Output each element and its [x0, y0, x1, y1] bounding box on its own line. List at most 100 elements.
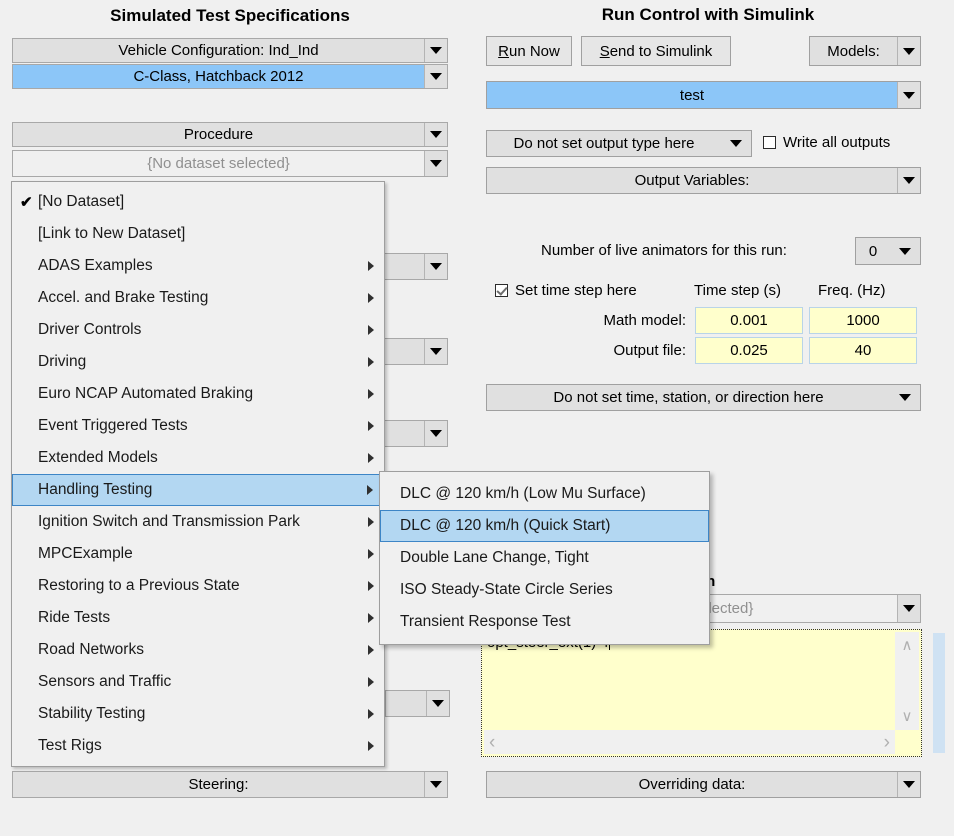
- procedure-menu-item-label: Test Rigs: [38, 737, 102, 754]
- procedure-menu-item[interactable]: ✔ [No Dataset]: [12, 186, 384, 218]
- time-station-direction-combo[interactable]: Do not set time, station, or direction h…: [486, 384, 921, 411]
- handling-submenu-item[interactable]: DLC @ 120 km/h (Quick Start): [380, 510, 709, 542]
- handling-submenu-item-label: Transient Response Test: [400, 613, 571, 630]
- procedure-menu-item[interactable]: ADAS Examples: [12, 250, 384, 282]
- command-textarea[interactable]: opt_steer_ext(1) 4: [481, 629, 922, 757]
- vehicle-selection-combo[interactable]: C-Class, Hatchback 2012: [12, 64, 448, 89]
- submenu-arrow-icon: [368, 709, 374, 719]
- overriding-data-combo[interactable]: Overriding data:: [486, 771, 921, 798]
- procedure-menu-item[interactable]: Stability Testing: [12, 698, 384, 730]
- occluded-combo-2[interactable]: [378, 338, 448, 365]
- run-now-accel: R: [498, 42, 509, 60]
- procedure-menu-item[interactable]: Accel. and Brake Testing: [12, 282, 384, 314]
- output-type-combo[interactable]: Do not set output type here: [486, 130, 752, 157]
- run-now-button[interactable]: Run Now: [486, 36, 572, 66]
- math-model-time-step-field[interactable]: 0.001: [695, 307, 803, 334]
- procedure-menu-item-label: Stability Testing: [38, 705, 146, 722]
- procedure-menu-item[interactable]: Ignition Switch and Transmission Park: [12, 506, 384, 538]
- output-variables-combo[interactable]: Output Variables:: [486, 167, 921, 194]
- procedure-menu-item[interactable]: Handling Testing: [12, 474, 384, 506]
- chevron-down-icon: [425, 65, 447, 88]
- output-file-time-step-field[interactable]: 0.025: [695, 337, 803, 364]
- procedure-menu-item[interactable]: Road Networks: [12, 634, 384, 666]
- handling-submenu-item[interactable]: DLC @ 120 km/h (Low Mu Surface): [380, 478, 709, 510]
- procedure-menu-item[interactable]: Driving: [12, 346, 384, 378]
- chevron-down-icon: [425, 421, 447, 446]
- procedure-menu-item-label: Driving: [38, 353, 87, 370]
- occluded-combo-1[interactable]: [378, 253, 448, 280]
- occluded-combo-1-value: [379, 254, 425, 279]
- procedure-menu-item-label: ADAS Examples: [38, 257, 153, 274]
- check-icon: ✔: [20, 194, 33, 211]
- procedure-menu-item-label: Extended Models: [38, 449, 158, 466]
- send-to-simulink-label: end to Simulink: [609, 42, 713, 60]
- handling-submenu-item[interactable]: ISO Steady-State Circle Series: [380, 574, 709, 606]
- chevron-down-icon: [425, 151, 447, 176]
- vehicle-configuration-combo[interactable]: Vehicle Configuration: Ind_Ind: [12, 38, 448, 63]
- chevron-up-icon[interactable]: [902, 638, 913, 653]
- handling-submenu-item[interactable]: Double Lane Change, Tight: [380, 542, 709, 574]
- handling-submenu-item-label: DLC @ 120 km/h (Low Mu Surface): [400, 485, 646, 502]
- submenu-arrow-icon: [368, 389, 374, 399]
- chevron-down-icon: [721, 131, 751, 156]
- procedure-combo[interactable]: Procedure: [12, 122, 448, 147]
- procedure-menu-item-label: [Link to New Dataset]: [38, 225, 186, 242]
- submenu-arrow-icon: [368, 677, 374, 687]
- write-all-outputs-checkbox[interactable]: Write all outputs: [763, 134, 890, 151]
- procedure-menu-item[interactable]: Restoring to a Previous State: [12, 570, 384, 602]
- procedure-dropdown-menu[interactable]: ✔ [No Dataset] [Link to New Dataset] ADAS E…: [11, 181, 385, 767]
- steering-combo[interactable]: Steering:: [12, 771, 448, 798]
- handling-submenu-item[interactable]: Transient Response Test: [380, 606, 709, 638]
- submenu-arrow-icon: [368, 293, 374, 303]
- slider-thumb[interactable]: [933, 633, 945, 753]
- math-model-label: Math model:: [603, 312, 686, 329]
- procedure-menu-item[interactable]: Event Triggered Tests: [12, 410, 384, 442]
- time-step-column-header: Time step (s): [694, 282, 781, 299]
- chevron-down-icon: [898, 37, 920, 65]
- procedure-menu-item[interactable]: Extended Models: [12, 442, 384, 474]
- math-model-freq-field[interactable]: 1000: [809, 307, 917, 334]
- submenu-arrow-icon: [367, 485, 373, 495]
- procedure-menu-item[interactable]: MPCExample: [12, 538, 384, 570]
- procedure-menu-item[interactable]: Ride Tests: [12, 602, 384, 634]
- procedure-menu-item[interactable]: Sensors and Traffic: [12, 666, 384, 698]
- procedure-menu-item[interactable]: Test Rigs: [12, 730, 384, 762]
- procedure-menu-item[interactable]: Euro NCAP Automated Braking: [12, 378, 384, 410]
- output-file-freq-field[interactable]: 40: [809, 337, 917, 364]
- send-to-simulink-button[interactable]: Send to Simulink: [581, 36, 731, 66]
- procedure-menu-item[interactable]: [Link to New Dataset]: [12, 218, 384, 250]
- chevron-down-icon[interactable]: [902, 709, 913, 724]
- run-name-combo[interactable]: test: [486, 81, 921, 109]
- scrollbar-corner: [895, 730, 919, 754]
- chevron-down-icon: [427, 691, 449, 716]
- procedure-dataset-combo[interactable]: {No dataset selected}: [12, 150, 448, 177]
- command-textarea-body[interactable]: opt_steer_ext(1) 4: [484, 632, 895, 730]
- chevron-left-icon[interactable]: [489, 733, 495, 752]
- math-model-freq-value: 1000: [846, 312, 880, 329]
- chevron-down-icon: [898, 772, 920, 797]
- right-edge-slider[interactable]: [931, 629, 947, 757]
- occluded-combo-4[interactable]: [385, 690, 450, 717]
- submenu-arrow-icon: [368, 549, 374, 559]
- occluded-dataset-combo[interactable]: elected}: [697, 594, 921, 623]
- procedure-menu-item-label: [No Dataset]: [38, 193, 125, 210]
- occluded-combo-3[interactable]: [378, 420, 448, 447]
- textarea-vertical-scrollbar[interactable]: [895, 632, 919, 730]
- procedure-menu-item-label: MPCExample: [38, 545, 133, 562]
- submenu-arrow-icon: [368, 325, 374, 335]
- send-to-simulink-accel: S: [599, 42, 610, 60]
- handling-testing-submenu[interactable]: DLC @ 120 km/h (Low Mu Surface) DLC @ 120…: [379, 471, 710, 645]
- textarea-horizontal-scrollbar[interactable]: [484, 730, 895, 754]
- models-combo[interactable]: Models:: [809, 36, 921, 66]
- procedure-menu-item[interactable]: Driver Controls: [12, 314, 384, 346]
- procedure-menu-item-label: Ignition Switch and Transmission Park: [38, 513, 300, 530]
- procedure-menu-item-label: Euro NCAP Automated Braking: [38, 385, 254, 402]
- set-time-step-checkbox[interactable]: Set time step here: [495, 282, 637, 299]
- procedure-value: Procedure: [13, 123, 425, 146]
- chevron-down-icon: [425, 772, 447, 797]
- run-name-value: test: [487, 82, 898, 108]
- submenu-arrow-icon: [368, 517, 374, 527]
- output-type-value: Do not set output type here: [487, 131, 721, 156]
- live-animators-combo[interactable]: 0: [855, 237, 921, 265]
- chevron-right-icon[interactable]: [884, 733, 890, 752]
